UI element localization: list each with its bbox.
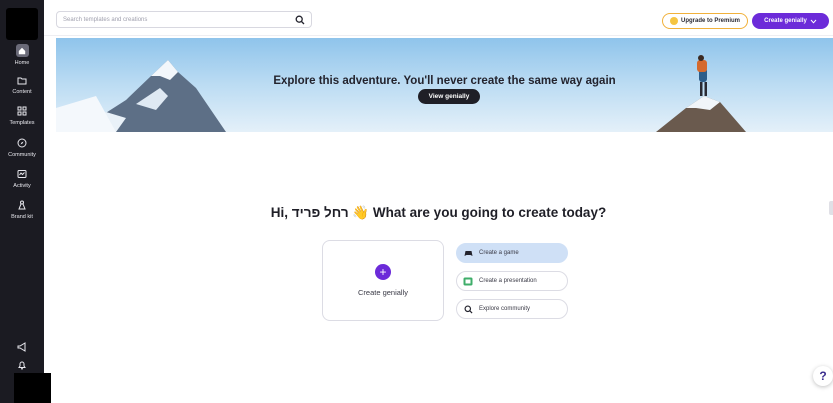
compass-icon <box>16 137 28 149</box>
activity-icon <box>16 168 28 180</box>
presentation-icon <box>463 276 473 286</box>
sidebar-item-label: Home <box>14 60 30 66</box>
gamepad-icon <box>463 248 473 258</box>
create-game-option[interactable]: Create a game <box>456 243 568 263</box>
logo[interactable] <box>6 8 38 40</box>
templates-grid-icon <box>16 105 28 117</box>
create-presentation-option[interactable]: Create a presentation <box>456 271 568 291</box>
help-button[interactable]: ? <box>813 366 833 386</box>
search-icon <box>463 304 473 314</box>
sidebar-item-label: Activity <box>13 183 31 189</box>
sidebar-item-label: Content <box>12 89 32 95</box>
chevron-down-icon <box>810 19 817 24</box>
option-label: Create a game <box>479 250 519 256</box>
view-genially-button[interactable]: View genially <box>418 89 480 104</box>
option-label: Create a presentation <box>479 278 537 284</box>
upgrade-premium-label: Upgrade to Premium <box>680 18 740 24</box>
sidebar-item-templates[interactable]: Templates <box>0 105 44 133</box>
promo-banner: Explore this adventure. You'll never cre… <box>56 38 833 132</box>
sidebar-item-community[interactable]: Community <box>0 137 44 165</box>
greeting-heading: Hi, רחל פריד 👋 What are you going to cre… <box>270 205 607 220</box>
bell-icon[interactable] <box>0 358 44 372</box>
sidebar-item-label: Community <box>8 152 36 158</box>
sidebar: Home Content Templates Community Activit… <box>0 0 44 403</box>
search-placeholder: Search templates and creations <box>63 16 148 23</box>
sidebar-item-home[interactable]: Home <box>0 44 44 72</box>
user-avatar[interactable] <box>14 373 51 403</box>
search-icon[interactable] <box>295 15 305 25</box>
explore-community-option[interactable]: Explore community <box>456 299 568 319</box>
side-panel-handle[interactable] <box>829 201 833 215</box>
plus-icon: + <box>375 264 391 280</box>
search-input[interactable]: Search templates and creations <box>56 11 312 28</box>
create-card-label: Create genially <box>357 288 409 297</box>
megaphone-icon[interactable] <box>0 340 44 354</box>
sidebar-item-content[interactable]: Content <box>0 74 44 102</box>
create-genially-label: Create genially <box>764 18 807 24</box>
upgrade-premium-button[interactable]: Upgrade to Premium <box>662 13 748 29</box>
create-genially-button[interactable]: Create genially <box>752 13 829 29</box>
create-genially-card[interactable]: + Create genially <box>322 240 444 321</box>
home-icon <box>15 44 29 57</box>
sidebar-item-label: Templates <box>9 120 35 126</box>
sidebar-item-activity[interactable]: Activity <box>0 168 44 196</box>
banner-title: Explore this adventure. You'll never cre… <box>273 75 616 87</box>
folder-icon <box>16 74 28 86</box>
premium-coin-icon <box>669 17 678 25</box>
top-bar: Search templates and creations Upgrade t… <box>44 0 833 36</box>
option-label: Explore community <box>479 306 531 312</box>
